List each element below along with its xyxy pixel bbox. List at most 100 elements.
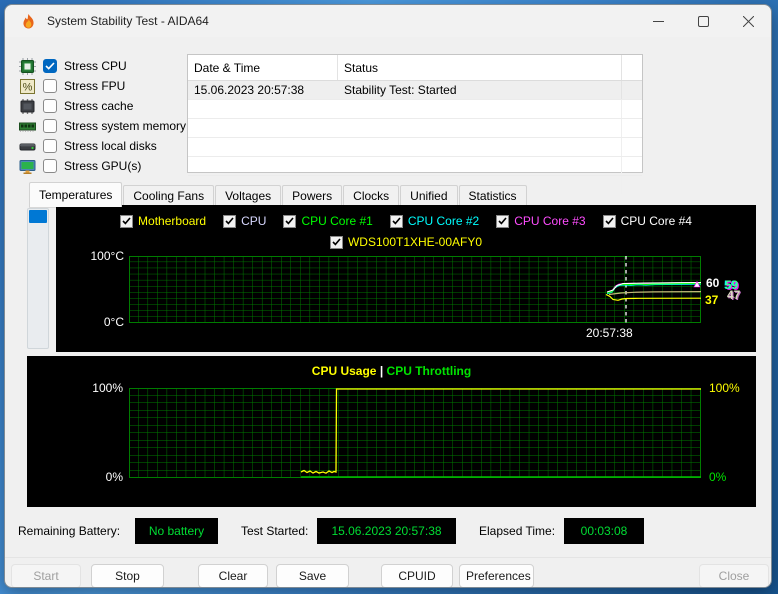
cache-icon: [19, 98, 36, 115]
close-window-button[interactable]: Close: [699, 564, 769, 587]
tab-cooling-fans[interactable]: Cooling Fans: [123, 185, 215, 207]
checkbox-checked[interactable]: [602, 214, 616, 228]
cpu-core1-label: CPU Core #1: [301, 214, 373, 228]
drive-toggle-row: WDS100T1XHE-00AFY0: [56, 235, 756, 249]
tab-clocks[interactable]: Clocks: [343, 185, 400, 207]
preferences-button[interactable]: Preferences: [459, 564, 534, 587]
disk-icon: [19, 138, 36, 155]
checkbox-checked[interactable]: [389, 214, 403, 228]
tab-temperatures[interactable]: Temperatures: [29, 182, 123, 207]
aida64-stability-window: System Stability Test - AIDA64 Stress CP…: [4, 4, 772, 588]
stress-disks-label: Stress local disks: [64, 139, 157, 153]
log-cell-datetime: 15.06.2023 20:57:38: [194, 83, 305, 97]
drive-toggle[interactable]: WDS100T1XHE-00AFY0: [329, 235, 482, 249]
cpu-usage-chart-panel: CPU Usage | CPU Throttling 100% 0% 100% …: [27, 356, 756, 507]
stress-gpu-checkbox[interactable]: [43, 159, 57, 173]
stress-fpu-checkbox[interactable]: [43, 79, 57, 93]
log-row-empty[interactable]: [188, 138, 642, 157]
usage-chart-title: CPU Usage | CPU Throttling: [27, 364, 756, 378]
stress-memory-checkbox[interactable]: [43, 119, 57, 133]
test-started-value: 15.06.2023 20:57:38: [317, 518, 456, 544]
test-started-label: Test Started:: [241, 524, 309, 538]
stress-memory-label: Stress system memory: [64, 119, 187, 133]
stress-options-panel: Stress CPU % Stress FPU Stress cache Str…: [19, 52, 187, 178]
stress-memory-row: Stress system memory: [19, 116, 186, 136]
cpu-value-label: 60: [706, 276, 720, 290]
stress-fpu-row: % Stress FPU: [19, 76, 125, 96]
temperature-scale-slider[interactable]: [27, 208, 49, 349]
start-button[interactable]: Start: [11, 564, 81, 587]
gpu-icon: [19, 158, 36, 175]
tab-unified[interactable]: Unified: [400, 185, 458, 207]
checkbox-checked[interactable]: [496, 214, 510, 228]
stress-cpu-checkbox[interactable]: [43, 59, 57, 73]
log-header-status[interactable]: Status: [338, 55, 621, 80]
cpu-core2-toggle[interactable]: CPU Core #2: [389, 214, 479, 228]
cpu-throttling-title: CPU Throttling: [386, 364, 472, 378]
checkbox-checked[interactable]: [120, 214, 134, 228]
stress-cache-row: Stress cache: [19, 96, 133, 116]
elapsed-time-label: Elapsed Time:: [479, 524, 556, 538]
maximize-icon: [698, 15, 709, 27]
stress-cache-label: Stress cache: [64, 99, 134, 113]
cpu-toggle[interactable]: CPU: [223, 214, 266, 228]
stress-fpu-label: Stress FPU: [64, 79, 126, 93]
minimize-icon: [653, 20, 664, 22]
log-row-empty[interactable]: [188, 157, 642, 176]
memory-icon: [19, 118, 36, 135]
test-start-time-label: 20:57:38: [586, 326, 633, 340]
log-row-empty[interactable]: [188, 119, 642, 138]
cpu-usage-title: CPU Usage: [311, 364, 377, 378]
log-header-datetime[interactable]: Date & Time: [188, 55, 338, 80]
tab-statistics[interactable]: Statistics: [458, 185, 527, 207]
minimize-button[interactable]: [636, 6, 681, 37]
slider-thumb[interactable]: [29, 210, 47, 223]
temperature-plot: [129, 256, 701, 323]
motherboard-toggle[interactable]: Motherboard: [120, 214, 206, 228]
cpu-label: CPU: [241, 214, 267, 228]
tab-voltages[interactable]: Voltages: [215, 185, 282, 207]
close-icon: [743, 15, 754, 27]
log-header-spacer: [621, 55, 642, 80]
maximize-button[interactable]: [681, 6, 726, 37]
motherboard-label: Motherboard: [138, 214, 207, 228]
stress-cache-checkbox[interactable]: [43, 99, 57, 113]
cpu-core3-toggle[interactable]: CPU Core #3: [496, 214, 586, 228]
cpu-core4-toggle[interactable]: CPU Core #4: [602, 214, 692, 228]
stress-gpu-label: Stress GPU(s): [64, 159, 142, 173]
stress-gpu-row: Stress GPU(s): [19, 156, 141, 176]
tab-powers[interactable]: Powers: [282, 185, 343, 207]
usage-axis-right-max: 100%: [709, 381, 740, 395]
stress-cpu-label: Stress CPU: [64, 59, 127, 73]
cpu-icon: [19, 57, 36, 75]
checkbox-checked[interactable]: [223, 214, 237, 228]
log-table-header: Date & Time Status: [188, 55, 642, 81]
usage-axis-left-min: 0%: [105, 470, 123, 484]
battery-label: Remaining Battery:: [18, 524, 121, 538]
temp-axis-min: 0°C: [103, 315, 124, 329]
temperature-chart-panel: Motherboard CPU CPU Core #1 CPU Core #2 …: [56, 205, 756, 352]
cpuid-button[interactable]: CPUID: [381, 564, 453, 587]
window-title: System Stability Test - AIDA64: [47, 14, 209, 28]
close-button[interactable]: [726, 6, 771, 37]
checkbox-checked[interactable]: [329, 235, 343, 249]
log-row-selected[interactable]: 15.06.2023 20:57:38 Stability Test: Star…: [188, 81, 642, 100]
stop-button[interactable]: Stop: [91, 564, 164, 587]
title-bar[interactable]: System Stability Test - AIDA64: [5, 5, 771, 37]
temp-axis-max: 100°C: [90, 249, 125, 263]
log-row-empty[interactable]: [188, 100, 642, 119]
cpu-core3-label: CPU Core #3: [514, 214, 586, 228]
stress-disks-checkbox[interactable]: [43, 139, 57, 153]
temperature-series-toggles: Motherboard CPU CPU Core #1 CPU Core #2 …: [56, 214, 756, 228]
cpu-usage-plot: [129, 388, 701, 478]
title-separator: |: [379, 364, 384, 378]
clear-button[interactable]: Clear: [198, 564, 268, 587]
fpu-icon: %: [19, 78, 36, 95]
stress-cpu-row: Stress CPU: [19, 56, 127, 76]
cpu-core4-label: CPU Core #4: [620, 214, 692, 228]
save-button[interactable]: Save: [276, 564, 349, 587]
cpu-core1-toggle[interactable]: CPU Core #1: [283, 214, 373, 228]
battery-value: No battery: [135, 518, 218, 544]
checkbox-checked[interactable]: [283, 214, 297, 228]
motherboard-value-label: 37: [705, 293, 719, 307]
